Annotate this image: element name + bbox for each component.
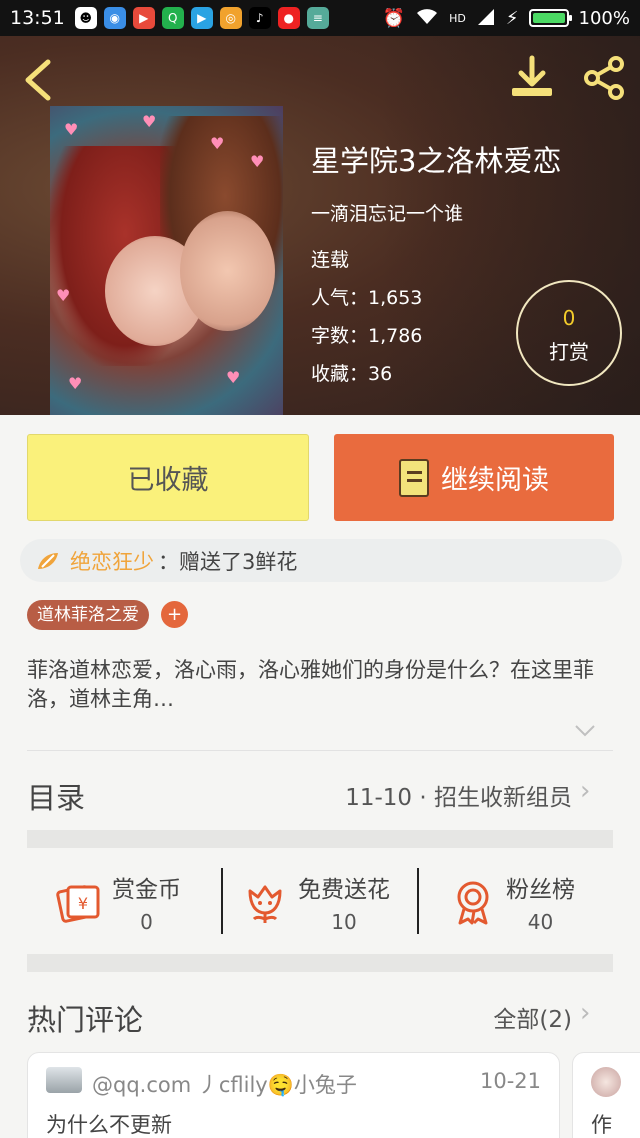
app-icon: ◉ — [103, 7, 126, 29]
camera-app-icon: ◎ — [219, 7, 242, 29]
chevron-right-icon[interactable]: › — [580, 998, 590, 1028]
reward-coins-button[interactable]: ¥ 赏金币 0 — [56, 866, 181, 938]
comment-card[interactable]: @qq.com 丿cflily🤤小兔子 10-21 为什么不更新 — [27, 1052, 560, 1138]
battery-icon — [528, 9, 572, 27]
tiktok-icon: ♪ — [248, 7, 271, 29]
video-app-icon: ▶ — [132, 7, 155, 29]
qq-icon: ☻ — [74, 7, 97, 29]
word-count-stat: 字数：1,786 — [311, 325, 423, 347]
notes-app-icon: ≡ — [306, 7, 329, 29]
share-icon — [584, 56, 624, 100]
comment-card[interactable]: 作 — [572, 1052, 640, 1138]
tip-button[interactable]: 0 打赏 — [516, 280, 622, 386]
avatar[interactable] — [46, 1067, 82, 1093]
feature-label: 粉丝榜 — [506, 877, 575, 903]
book-status: 连载 — [311, 249, 350, 271]
gift-user[interactable]: 绝恋狂少 — [70, 546, 154, 576]
continue-reading-label: 继续阅读 — [441, 465, 549, 496]
wifi-icon — [415, 7, 439, 30]
hot-comments-title: 热门评论 — [27, 1003, 144, 1037]
divider — [221, 868, 223, 934]
comment-user[interactable]: @qq.com 丿cflily🤤小兔子 — [92, 1069, 357, 1099]
battery-percent: 100% — [578, 7, 630, 29]
chevron-right-icon[interactable]: › — [580, 776, 590, 806]
charging-icon: ⚡ — [505, 7, 519, 29]
feature-value: 0 — [140, 910, 153, 934]
tip-count: 0 — [562, 306, 576, 330]
section-separator — [27, 954, 613, 972]
share-button[interactable] — [580, 54, 628, 102]
divider — [417, 868, 419, 934]
divider — [27, 750, 613, 751]
popularity-stat: 人气：1,653 — [311, 287, 423, 309]
book-header: ♥ ♥ ♥ ♥ ♥ ♥ ♥ 星学院3之洛林爱恋 一滴泪忘记一个谁 连载 人气：1… — [0, 36, 640, 415]
all-comments-link[interactable]: 全部(2) — [493, 1000, 572, 1034]
book-cover[interactable]: ♥ ♥ ♥ ♥ ♥ ♥ ♥ — [50, 106, 283, 415]
expand-description-button[interactable] — [574, 722, 596, 744]
continue-reading-button[interactable]: 继续阅读 — [334, 434, 614, 521]
chevron-down-icon — [575, 725, 595, 737]
comment-date: 10-21 — [479, 1069, 541, 1093]
player-icon: ▶ — [190, 7, 213, 29]
fan-ranking-button[interactable]: 粉丝榜 40 — [450, 866, 575, 938]
coin-envelope-icon: ¥ — [56, 879, 102, 925]
comment-text: 作 — [591, 1113, 612, 1137]
book-title: 星学院3之洛林爱恋 — [311, 144, 562, 178]
notification-icons: ☻ ◉ ▶ Q ▶ ◎ ♪ ● ≡ — [74, 7, 329, 29]
book-author[interactable]: 一滴泪忘记一个谁 — [311, 199, 463, 226]
flower-gift-icon — [34, 547, 62, 575]
svg-text:¥: ¥ — [78, 894, 88, 913]
favorites-stat: 收藏：36 — [311, 363, 393, 385]
status-time: 13:51 — [10, 7, 65, 29]
download-icon — [512, 55, 552, 96]
medal-icon — [450, 879, 496, 925]
alarm-icon: ⏰ — [382, 7, 406, 29]
toc-title[interactable]: 目录 — [27, 775, 85, 817]
book-icon — [399, 458, 429, 497]
section-separator — [27, 830, 613, 848]
gift-text: ：赠送了3鲜花 — [158, 549, 298, 574]
flower-icon — [242, 879, 288, 925]
download-button[interactable] — [508, 54, 556, 102]
music-app-icon: ● — [277, 7, 300, 29]
tip-label: 打赏 — [549, 340, 589, 364]
avatar[interactable] — [591, 1067, 621, 1097]
network-type: HD — [449, 11, 466, 25]
back-button[interactable] — [18, 58, 58, 101]
comment-text: 为什么不更新 — [46, 1113, 172, 1137]
feature-label: 赏金币 — [112, 877, 181, 903]
favorited-button[interactable]: 已收藏 — [27, 434, 309, 521]
status-bar: 13:51 ☻ ◉ ▶ Q ▶ ◎ ♪ ● ≡ ⏰ HD ⚡ 100% — [0, 0, 640, 36]
gift-notice[interactable]: 绝恋狂少 ：赠送了3鲜花 — [20, 539, 622, 582]
iqiyi-icon: Q — [161, 7, 184, 29]
signal-icon — [476, 7, 496, 30]
status-right: ⏰ HD ⚡ 100% — [383, 7, 630, 30]
feature-label: 免费送花 — [298, 877, 390, 903]
favorited-label: 已收藏 — [127, 465, 209, 496]
free-flower-button[interactable]: 免费送花 10 — [242, 866, 390, 938]
book-tag[interactable]: 道林菲洛之爱 — [27, 600, 149, 630]
feature-value: 40 — [527, 910, 554, 934]
chevron-left-icon — [25, 59, 51, 101]
feature-value: 10 — [331, 910, 357, 934]
latest-chapter-link[interactable]: 11-10 · 招生收新组员 — [345, 778, 572, 812]
book-description: 菲洛道林恋爱，洛心雨，洛心雅她们的身份是什么？在这里菲洛，道林主角… — [27, 658, 594, 711]
add-tag-button[interactable]: + — [161, 601, 188, 628]
